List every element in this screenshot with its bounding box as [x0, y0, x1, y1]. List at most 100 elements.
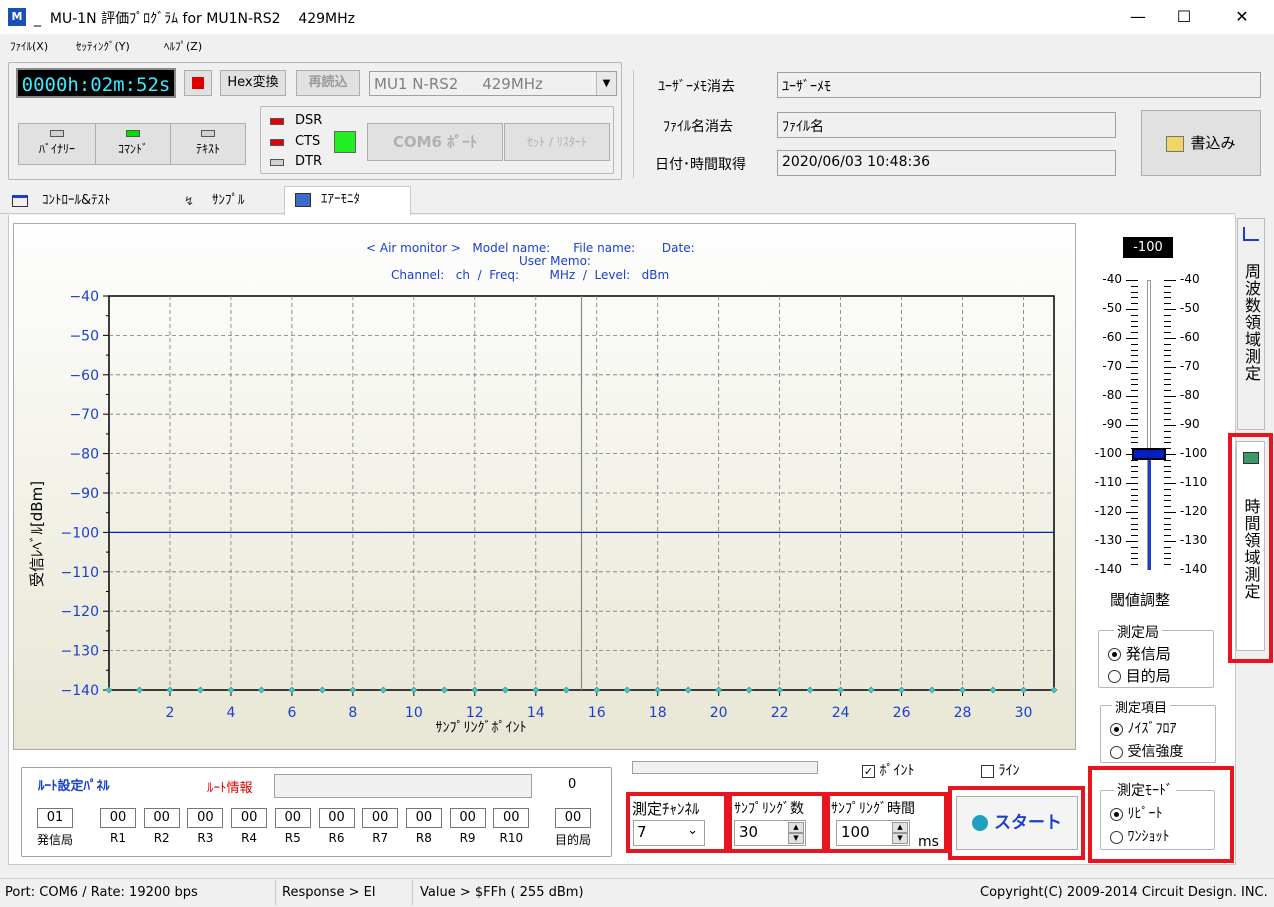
- reset-button[interactable]: ｾｯﾄ / ﾘｽﾀｰﾄ: [504, 123, 610, 161]
- start-button-label: スタート: [994, 813, 1062, 833]
- station-source-radio[interactable]: 発信局: [1108, 643, 1171, 664]
- threshold-tick: [1164, 419, 1171, 421]
- stop-button[interactable]: [184, 70, 212, 96]
- text-mode-button[interactable]: ﾃｷｽﾄ: [170, 123, 246, 165]
- tab-air-monitor-label: ｴｱｰﾓﾆﾀ: [321, 192, 360, 207]
- spin-up-icon[interactable]: ▲: [788, 822, 804, 833]
- radio-icon: [1110, 745, 1123, 759]
- line-checkbox[interactable]: ﾗｲﾝ: [981, 760, 1019, 780]
- status-value: Value > $FFh ( 255 dBm): [420, 885, 584, 900]
- route-source-field[interactable]: 01: [37, 808, 73, 828]
- get-datetime-button[interactable]: 日付･時間取得: [655, 154, 746, 174]
- threshold-tick: [1164, 564, 1171, 566]
- sample-count-input[interactable]: 30 ▲ ▼: [734, 820, 806, 846]
- threshold-tick: [1164, 535, 1171, 537]
- side-tab-time-label: 時間領域測定: [1241, 498, 1261, 600]
- point-checkbox-label: ﾎﾟｲﾝﾄ: [879, 763, 915, 779]
- threshold-tick: [1164, 546, 1171, 548]
- threshold-tick: [1131, 291, 1138, 293]
- command-mode-button[interactable]: ｺﾏﾝﾄﾞ: [95, 123, 171, 165]
- spin-down-icon[interactable]: ▼: [788, 833, 804, 844]
- repeat-radio[interactable]: ﾘﾋﾟｰﾄ: [1110, 803, 1162, 823]
- threshold-thumb[interactable]: [1132, 448, 1166, 460]
- y-tick-label: −70: [69, 407, 99, 423]
- datetime-field[interactable]: 2020/06/03 10:48:36: [777, 150, 1116, 176]
- station-dest-radio[interactable]: 目的局: [1108, 665, 1171, 686]
- point-checkbox[interactable]: ✓ ﾎﾟｲﾝﾄ: [862, 760, 914, 780]
- route-relay-field[interactable]: 00: [274, 808, 311, 828]
- binary-mode-button[interactable]: ﾊﾞｲﾅﾘｰ: [18, 123, 96, 165]
- station-source-label: 発信局: [1125, 645, 1171, 663]
- hex-button[interactable]: Hex変換: [220, 70, 286, 96]
- route-relay-field[interactable]: 00: [100, 808, 136, 828]
- threshold-tick: [1164, 407, 1171, 409]
- filename-clear-button[interactable]: ﾌｧｲﾙ名消去: [663, 116, 733, 136]
- threshold-tick: [1131, 332, 1138, 334]
- route-relay-label: R1: [110, 831, 126, 845]
- sample-count-label: ｻﾝﾌﾟﾘﾝｸﾞ数: [734, 801, 804, 817]
- filename-field[interactable]: ﾌｧｲﾙ名: [777, 112, 1116, 138]
- rx-strength-radio[interactable]: 受信強度: [1110, 741, 1183, 761]
- route-relay-field[interactable]: 00: [318, 808, 355, 828]
- channel-select[interactable]: 7 ⌄: [633, 820, 705, 846]
- oneshot-label: ﾜﾝｼｮｯﾄ: [1127, 829, 1170, 845]
- side-tab-frequency[interactable]: 周波数領域測定: [1237, 218, 1265, 430]
- route-relay-field[interactable]: 00: [231, 808, 268, 828]
- tab-sample[interactable]: ↯ ｻﾝﾌﾟﾙ: [176, 188, 284, 214]
- reload-button[interactable]: 再読込: [296, 70, 360, 96]
- threshold-tick: [1164, 396, 1176, 397]
- side-tab-time[interactable]: 時間領域測定: [1236, 441, 1265, 651]
- threshold-tick: [1164, 338, 1176, 339]
- com-port-button[interactable]: COM6 ﾎﾟｰﾄ: [367, 123, 503, 161]
- noise-floor-radio[interactable]: ﾉｲｽﾞﾌﾛｱ: [1110, 718, 1176, 738]
- menu-file[interactable]: ﾌｧｲﾙ(X): [10, 38, 48, 54]
- threshold-tick-label: -50: [1102, 301, 1122, 315]
- tab-sample-label: ｻﾝﾌﾟﾙ: [212, 193, 245, 208]
- minimize-button[interactable]: —: [1115, 0, 1161, 34]
- threshold-tick: [1131, 488, 1138, 490]
- threshold-tick: [1164, 401, 1171, 403]
- route-relay-field[interactable]: 00: [143, 808, 180, 828]
- route-dest-field[interactable]: 00: [555, 808, 591, 828]
- threshold-tick: [1131, 564, 1138, 566]
- status-response: Response > EI: [282, 885, 376, 900]
- threshold-fill: [1148, 454, 1151, 570]
- menu-help[interactable]: ﾍﾙﾌﾟ(Z): [164, 38, 202, 54]
- threshold-tick: [1164, 488, 1171, 490]
- memo-clear-button[interactable]: ﾕｰｻﾞｰﾒﾓ消去: [658, 76, 735, 96]
- route-relay-field[interactable]: 00: [449, 808, 486, 828]
- spin-down-icon[interactable]: ▼: [892, 833, 908, 844]
- close-button[interactable]: ✕: [1219, 0, 1265, 34]
- threshold-tick-label: -130: [1094, 533, 1122, 547]
- route-relay-field[interactable]: 00: [405, 808, 442, 828]
- route-relay-field[interactable]: 00: [362, 808, 399, 828]
- checkbox-icon: [981, 764, 994, 778]
- threshold-tick-label: -130: [1180, 533, 1208, 547]
- x-tick-label: 16: [588, 705, 606, 721]
- route-info-field[interactable]: [274, 774, 532, 798]
- chevron-down-icon[interactable]: ▼: [596, 72, 616, 95]
- device-select[interactable]: MU1 N-RS2 429MHz ▼: [369, 71, 617, 96]
- tab-air-monitor[interactable]: ｴｱｰﾓﾆﾀ: [284, 186, 411, 216]
- threshold-tick: [1164, 384, 1171, 386]
- write-button[interactable]: 書込み: [1141, 110, 1261, 176]
- threshold-slider[interactable]: -40 -40 -50 -50 -60 -60 -70 -70 -80 -80 -90 -90 -100…: [1092, 270, 1218, 582]
- route-relay-field[interactable]: 00: [187, 808, 224, 828]
- oneshot-radio[interactable]: ﾜﾝｼｮｯﾄ: [1110, 826, 1169, 846]
- threshold-tick: [1164, 425, 1176, 426]
- tab-control-test[interactable]: ｺﾝﾄﾛｰﾙ&ﾃｽﾄ: [8, 188, 176, 214]
- route-relay-field[interactable]: 00: [493, 808, 530, 828]
- sample-time-input[interactable]: 100 ▲ ▼: [836, 820, 910, 846]
- threshold-tick: [1131, 378, 1138, 380]
- spin-up-icon[interactable]: ▲: [892, 822, 908, 833]
- threshold-tick: [1131, 384, 1138, 386]
- menu-settings[interactable]: ｾｯﾃｨﾝｸﾞ(Y): [76, 38, 130, 54]
- threshold-tick-label: -110: [1180, 475, 1208, 489]
- y-tick-label: −100: [61, 525, 99, 541]
- user-memo-field[interactable]: ﾕｰｻﾞｰﾒﾓ: [777, 72, 1261, 98]
- line-checkbox-label: ﾗｲﾝ: [998, 763, 1020, 779]
- threshold-tick: [1131, 361, 1138, 363]
- x-tick-label: 20: [710, 705, 728, 721]
- start-button[interactable]: スタート: [956, 796, 1078, 850]
- maximize-button[interactable]: ☐: [1161, 0, 1207, 34]
